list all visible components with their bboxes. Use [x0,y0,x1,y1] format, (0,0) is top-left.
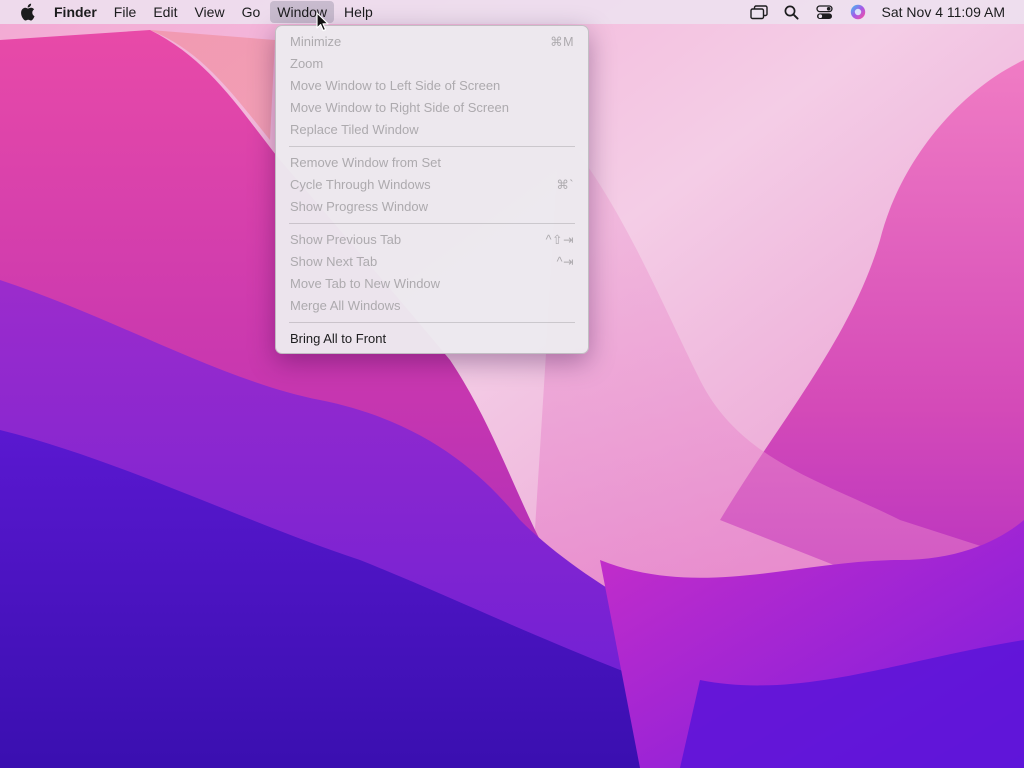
menu-help[interactable]: Help [337,1,380,23]
menu-item-shortcut: ⌘M [550,35,574,49]
menu-item-label: Remove Window from Set [290,155,441,170]
mouse-pointer-icon [316,12,330,32]
menu-item-shortcut: ⌘` [556,178,574,192]
menu-item-label: Move Window to Left Side of Screen [290,78,501,93]
menu-item-minimize[interactable]: Minimize ⌘M [276,31,588,53]
menu-file[interactable]: File [107,1,144,23]
screen-mirroring-icon[interactable] [748,1,770,23]
menu-item-label: Zoom [290,56,324,71]
menu-go[interactable]: Go [235,1,268,23]
menu-item-shortcut: ^⇥ [556,255,574,269]
menu-item-move-window-left[interactable]: Move Window to Left Side of Screen [276,75,588,97]
menu-item-label: Replace Tiled Window [290,122,419,137]
window-menu-dropdown: Minimize ⌘M Zoom Move Window to Left Sid… [275,25,589,354]
menu-item-cycle-through-windows[interactable]: Cycle Through Windows ⌘` [276,174,588,196]
menu-bar: Finder File Edit View Go Window Help Sat… [0,0,1024,24]
menu-item-show-progress-window[interactable]: Show Progress Window [276,196,588,218]
apple-logo-icon[interactable] [19,3,35,21]
siri-icon[interactable] [847,1,869,23]
menu-item-label: Show Next Tab [290,254,378,269]
menu-edit[interactable]: Edit [146,1,184,23]
menu-item-label: Show Previous Tab [290,232,402,247]
menu-item-label: Move Window to Right Side of Screen [290,100,509,115]
menu-item-label: Show Progress Window [290,199,428,214]
menu-item-replace-tiled-window[interactable]: Replace Tiled Window [276,119,588,141]
app-menu-finder[interactable]: Finder [46,1,104,23]
menu-item-shortcut: ^⇧⇥ [545,233,574,247]
menu-bar-status-area: Sat Nov 4 11:09 AM [748,0,1024,24]
menu-item-label: Merge All Windows [290,298,401,313]
menu-bar-clock[interactable]: Sat Nov 4 11:09 AM [882,4,1005,20]
menu-item-show-previous-tab[interactable]: Show Previous Tab ^⇧⇥ [276,229,588,251]
menu-item-label: Bring All to Front [290,331,387,346]
menu-item-label: Minimize [290,34,342,49]
menu-item-remove-window-from-set[interactable]: Remove Window from Set [276,152,588,174]
menu-item-show-next-tab[interactable]: Show Next Tab ^⇥ [276,251,588,273]
menu-item-move-window-right[interactable]: Move Window to Right Side of Screen [276,97,588,119]
menu-item-move-tab-to-new-window[interactable]: Move Tab to New Window [276,273,588,295]
menu-item-merge-all-windows[interactable]: Merge All Windows [276,295,588,317]
menu-item-label: Cycle Through Windows [290,177,431,192]
menu-item-zoom[interactable]: Zoom [276,53,588,75]
control-center-icon[interactable] [814,1,836,23]
menu-item-label: Move Tab to New Window [290,276,441,291]
menu-separator [289,322,575,323]
menu-separator [289,146,575,147]
menu-item-bring-all-to-front[interactable]: Bring All to Front [276,328,588,350]
menu-view[interactable]: View [187,1,231,23]
spotlight-search-icon[interactable] [781,1,803,23]
menu-separator [289,223,575,224]
